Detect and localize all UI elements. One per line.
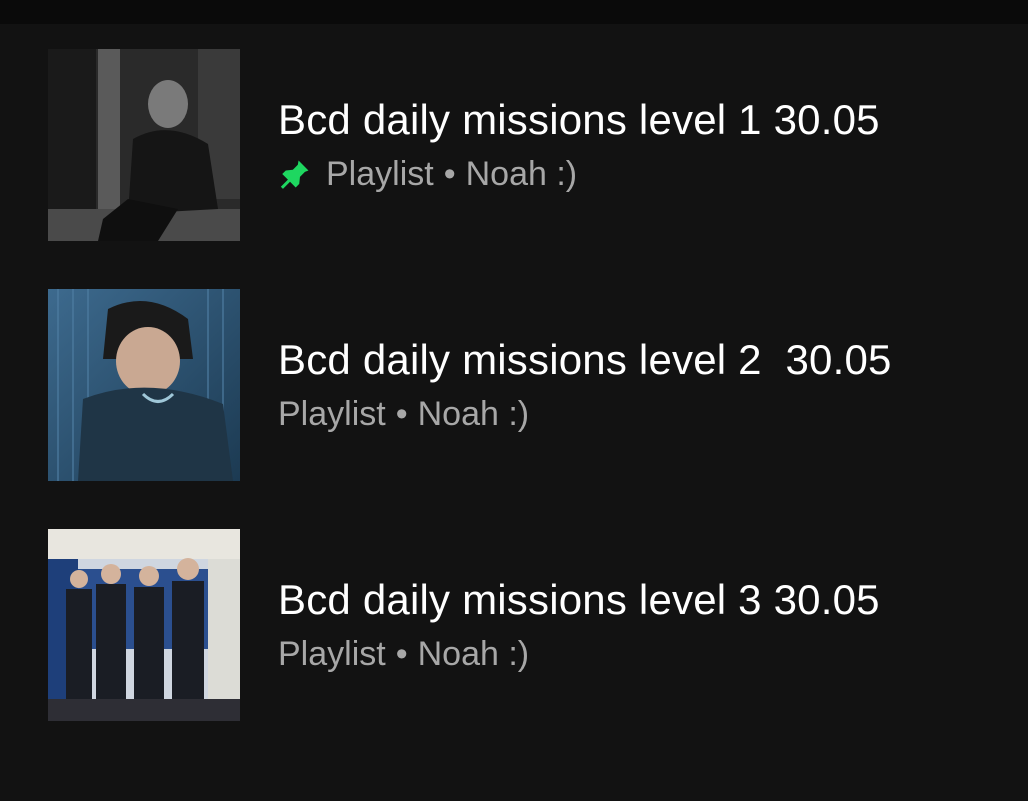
playlist-subtitle: Playlist • Noah :) (278, 633, 880, 675)
playlist-row-2[interactable]: Bcd daily missions level 2 30.05 Playlis… (48, 289, 1008, 481)
playlist-subtitle: Playlist • Noah :) (278, 393, 892, 435)
playlist-row-3[interactable]: Bcd daily missions level 3 30.05 Playlis… (48, 529, 1008, 721)
playlist-cover-3 (48, 529, 240, 721)
playlist-row-1[interactable]: Bcd daily missions level 1 30.05 Playlis… (48, 49, 1008, 241)
playlist-list: Bcd daily missions level 1 30.05 Playlis… (0, 0, 1028, 801)
separator-dot: • (395, 395, 408, 433)
playlist-subtitle: Playlist • Noah :) (278, 153, 880, 195)
playlist-type: Playlist (326, 155, 434, 193)
playlist-cover-2 (48, 289, 240, 481)
cover-image-1 (48, 49, 240, 241)
playlist-title: Bcd daily missions level 1 30.05 (278, 96, 880, 143)
pin-icon (280, 160, 309, 189)
playlist-cover-1 (48, 49, 240, 241)
playlist-title: Bcd daily missions level 2 30.05 (278, 336, 892, 383)
playlist-text-1: Bcd daily missions level 1 30.05 Playlis… (278, 95, 880, 195)
separator-dot: • (443, 155, 456, 193)
playlist-type: Playlist (278, 635, 386, 673)
playlist-title: Bcd daily missions level 3 30.05 (278, 576, 880, 623)
separator-dot: • (395, 635, 408, 673)
playlist-text-3: Bcd daily missions level 3 30.05 Playlis… (278, 575, 880, 675)
playlist-owner: Noah :) (417, 635, 530, 673)
playlist-owner: Noah :) (417, 395, 530, 433)
playlist-type: Playlist (278, 395, 386, 433)
playlist-text-2: Bcd daily missions level 2 30.05 Playlis… (278, 335, 892, 435)
playlist-owner: Noah :) (465, 155, 578, 193)
cover-image-2 (48, 289, 240, 481)
cover-image-3 (48, 529, 240, 721)
